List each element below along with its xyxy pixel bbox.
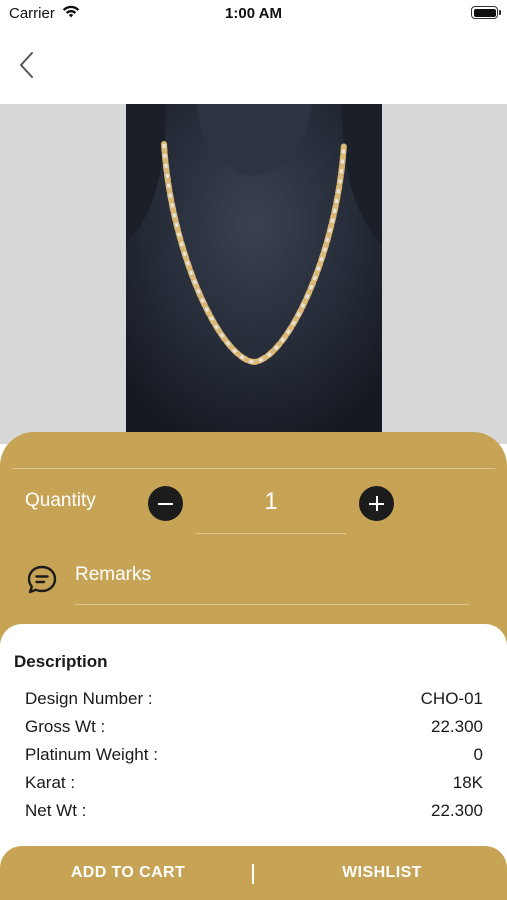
quantity-underline xyxy=(196,533,346,534)
remarks-input[interactable] xyxy=(75,564,469,586)
description-title: Description xyxy=(14,652,108,671)
product-image xyxy=(126,104,382,444)
net-weight-label: Net Wt : xyxy=(25,801,87,820)
add-to-cart-button[interactable]: ADD TO CART xyxy=(30,846,226,900)
product-image-area xyxy=(0,104,507,444)
net-weight-value: 22.300 xyxy=(431,801,483,820)
chevron-left-icon xyxy=(20,52,33,78)
description-row: Design Number : CHO-01 xyxy=(25,689,483,713)
design-number-value: CHO-01 xyxy=(420,689,483,708)
description-row: Karat : 18K xyxy=(25,773,483,797)
remarks-underline xyxy=(75,604,469,605)
battery-icon xyxy=(471,6,501,19)
panel-divider xyxy=(12,468,495,469)
description-row: Net Wt : 22.300 xyxy=(25,801,483,825)
gross-weight-value: 22.300 xyxy=(431,717,483,736)
karat-label: Karat : xyxy=(25,773,76,792)
decrease-quantity-button[interactable] xyxy=(148,486,183,521)
platinum-weight-value: 0 xyxy=(473,745,483,764)
status-time: 1:00 AM xyxy=(225,5,282,22)
quantity-value[interactable]: 1 xyxy=(196,488,346,516)
back-button[interactable] xyxy=(12,48,44,82)
karat-value: 18K xyxy=(452,773,483,792)
wishlist-button[interactable]: WISHLIST xyxy=(284,846,480,900)
design-number-label: Design Number : xyxy=(25,689,153,708)
quantity-label: Quantity xyxy=(25,490,96,511)
increase-quantity-button[interactable] xyxy=(359,486,394,521)
platinum-weight-label: Platinum Weight : xyxy=(25,745,158,764)
description-row: Platinum Weight : 0 xyxy=(25,745,483,769)
chat-bubble-icon xyxy=(25,563,59,597)
status-bar: Carrier 1:00 AM xyxy=(0,0,507,28)
action-divider xyxy=(252,864,254,884)
bottom-action-bar: ADD TO CART WISHLIST xyxy=(0,846,507,900)
description-row: Gross Wt : 22.300 xyxy=(25,717,483,741)
gross-weight-label: Gross Wt : xyxy=(25,717,106,736)
